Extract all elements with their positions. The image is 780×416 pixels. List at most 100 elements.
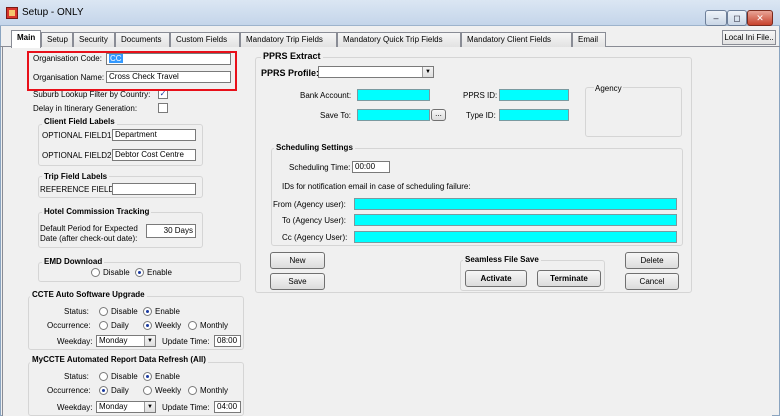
mycte-status-label: Status: — [64, 372, 89, 381]
ccte-monthly-label: Monthly — [200, 321, 229, 330]
tab-mandatory-trip-fields[interactable]: Mandatory Trip Fields — [240, 32, 337, 47]
ccte-daily-radio[interactable] — [99, 321, 108, 330]
emd-enable-label: Enable — [147, 268, 172, 277]
scheduling-time-input[interactable]: 00:00 — [352, 161, 390, 173]
expected-period-label-line2: Date (after check-out date): — [40, 234, 138, 243]
save-button[interactable]: Save — [270, 273, 325, 290]
tab-custom-fields[interactable]: Custom Fields — [170, 32, 240, 47]
hotel-commission-title: Hotel Commission Tracking — [42, 207, 152, 216]
delete-button[interactable]: Delete — [625, 252, 679, 269]
app-icon — [6, 7, 18, 19]
pprs-extract-title: PPRS Extract — [261, 51, 323, 61]
trip-field-labels-title: Trip Field Labels — [42, 172, 110, 181]
ccte-weekday-label: Weekday: — [57, 337, 93, 346]
agency-box — [585, 87, 682, 137]
emd-disable-label: Disable — [103, 268, 130, 277]
local-ini-file-button[interactable]: Local Ini File.. — [722, 30, 776, 45]
emd-download-title: EMD Download — [42, 257, 105, 266]
terminate-button[interactable]: Terminate — [537, 270, 601, 287]
type-id-label: Type ID: — [466, 111, 496, 120]
agency-label: Agency — [594, 84, 623, 93]
ccte-status-disable-radio[interactable] — [99, 307, 108, 316]
tab-security[interactable]: Security — [73, 32, 115, 47]
save-to-label: Save To: — [320, 111, 351, 120]
browse-button[interactable]: ... — [431, 109, 446, 121]
ccte-weekly-radio[interactable] — [143, 321, 152, 330]
ccte-status-enable-label: Enable — [155, 307, 180, 316]
emd-disable-radio[interactable] — [91, 268, 100, 277]
ccte-weekly-label: Weekly — [155, 321, 182, 330]
minimize-button[interactable]: – — [705, 10, 727, 26]
bank-account-label: Bank Account: — [300, 91, 352, 100]
expected-period-input[interactable]: 30 Days — [146, 224, 196, 238]
tab-documents[interactable]: Documents — [115, 32, 170, 47]
pprs-profile-label: PPRS Profile: — [261, 68, 320, 78]
close-button[interactable]: ✕ — [747, 10, 773, 26]
chevron-down-icon[interactable]: ▼ — [144, 402, 155, 412]
mycte-weekly-radio[interactable] — [143, 386, 152, 395]
tab-setup[interactable]: Setup — [41, 32, 73, 47]
mycte-daily-label: Daily — [111, 386, 129, 395]
tab-mandatory-client-fields[interactable]: Mandatory Client Fields — [461, 32, 572, 47]
scheduling-time-label: Scheduling Time: — [289, 163, 351, 172]
delay-itinerary-checkbox[interactable] — [158, 103, 168, 113]
ccte-upgrade-title: CCTE Auto Software Upgrade — [30, 290, 147, 299]
ccte-monthly-radio[interactable] — [188, 321, 197, 330]
ccte-update-time-input[interactable]: 08:00 — [214, 335, 241, 347]
optional-field1-input[interactable]: Department — [112, 129, 196, 141]
optional-field1-label: OPTIONAL FIELD1: — [42, 131, 114, 140]
window-title: Setup - ONLY — [22, 7, 84, 18]
ccte-daily-label: Daily — [111, 321, 129, 330]
ccte-weekday-value: Monday — [99, 336, 128, 345]
from-agency-user-input[interactable] — [354, 198, 677, 210]
type-id-input[interactable] — [499, 109, 569, 121]
mycte-occurrence-label: Occurrence: — [47, 386, 91, 395]
chevron-down-icon[interactable]: ▼ — [144, 336, 155, 346]
suburb-lookup-label: Suburb Lookup Filter by Country: — [33, 90, 151, 99]
ccte-occurrence-label: Occurrence: — [47, 321, 91, 330]
tab-email[interactable]: Email — [572, 32, 606, 47]
pprs-id-label: PPRS ID: — [463, 91, 498, 100]
highlight-box — [27, 51, 237, 91]
cc-agency-user-label: Cc (Agency User): — [282, 233, 348, 242]
cc-agency-user-input[interactable] — [354, 231, 677, 243]
ccte-update-time-label: Update Time: — [162, 337, 210, 346]
optional-field2-input[interactable]: Debtor Cost Centre — [112, 149, 196, 161]
mycte-monthly-label: Monthly — [200, 386, 229, 395]
scheduling-title: Scheduling Settings — [274, 143, 355, 152]
tab-mandatory-quick-trip-fields[interactable]: Mandatory Quick Trip Fields — [337, 32, 461, 47]
tab-main[interactable]: Main — [11, 30, 41, 48]
new-button[interactable]: New — [270, 252, 325, 269]
mycte-status-enable-label: Enable — [155, 372, 180, 381]
title-bar — [0, 0, 780, 26]
ccte-status-label: Status: — [64, 307, 89, 316]
mycte-weekly-label: Weekly — [155, 386, 182, 395]
ccte-status-disable-label: Disable — [111, 307, 138, 316]
mycte-update-time-input[interactable]: 04:00 — [214, 401, 241, 413]
save-to-input[interactable] — [357, 109, 430, 121]
reference-field-input[interactable] — [112, 183, 196, 195]
ccte-status-enable-radio[interactable] — [143, 307, 152, 316]
mycte-refresh-title: MyCCTE Automated Report Data Refresh (Al… — [30, 355, 208, 364]
mycte-update-time-label: Update Time: — [162, 403, 210, 412]
scheduling-ids-note: IDs for notification email in case of sc… — [282, 182, 471, 191]
restore-button[interactable]: ◻ — [727, 10, 747, 26]
activate-button[interactable]: Activate — [465, 270, 527, 287]
pprs-profile-select[interactable] — [318, 66, 434, 78]
mycte-weekday-label: Weekday: — [57, 403, 93, 412]
chevron-down-icon[interactable]: ▼ — [422, 67, 433, 77]
cancel-button[interactable]: Cancel — [625, 273, 679, 290]
bank-account-input[interactable] — [357, 89, 430, 101]
mycte-status-enable-radio[interactable] — [143, 372, 152, 381]
mycte-daily-radio[interactable] — [99, 386, 108, 395]
mycte-monthly-radio[interactable] — [188, 386, 197, 395]
from-agency-user-label: From (Agency user): — [273, 200, 346, 209]
optional-field2-label: OPTIONAL FIELD2: — [42, 151, 114, 160]
pprs-id-input[interactable] — [499, 89, 569, 101]
to-agency-user-input[interactable] — [354, 214, 677, 226]
emd-enable-radio[interactable] — [135, 268, 144, 277]
mycte-status-disable-label: Disable — [111, 372, 138, 381]
mycte-status-disable-radio[interactable] — [99, 372, 108, 381]
expected-period-label-line1: Default Period for Expected — [40, 224, 138, 233]
delay-itinerary-label: Delay in Itinerary Generation: — [33, 104, 138, 113]
